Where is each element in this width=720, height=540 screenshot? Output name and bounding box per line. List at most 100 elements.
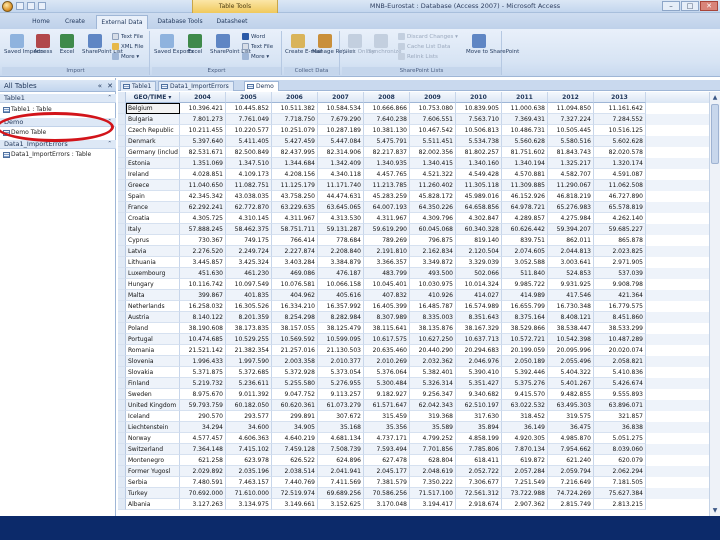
population-cell[interactable]: 2.191.810 bbox=[364, 246, 410, 257]
country-cell[interactable]: France bbox=[126, 202, 180, 213]
population-cell[interactable]: 819.140 bbox=[456, 235, 502, 246]
population-cell[interactable]: 319.575 bbox=[548, 411, 594, 422]
record-selector[interactable] bbox=[118, 136, 126, 147]
population-cell[interactable]: 2.074.605 bbox=[502, 246, 548, 257]
population-cell[interactable]: 10.511.382 bbox=[272, 103, 318, 114]
population-cell[interactable]: 2.038.514 bbox=[272, 466, 318, 477]
population-cell[interactable]: 7.364.148 bbox=[180, 444, 226, 455]
population-cell[interactable]: 5.534.738 bbox=[456, 136, 502, 147]
population-cell[interactable]: 2.045.177 bbox=[364, 466, 410, 477]
population-cell[interactable]: 9.482.855 bbox=[548, 389, 594, 400]
population-cell[interactable]: 511.840 bbox=[502, 268, 548, 279]
collapse-pane-icon[interactable]: ✕ bbox=[107, 80, 113, 92]
population-cell[interactable]: 65.578.819 bbox=[594, 202, 646, 213]
population-cell[interactable]: 4.521.322 bbox=[410, 169, 456, 180]
population-cell[interactable]: 321.857 bbox=[594, 411, 646, 422]
population-cell[interactable]: 10.599.095 bbox=[318, 334, 364, 345]
saved-exports-button[interactable]: Saved Exports bbox=[154, 34, 194, 55]
country-cell[interactable]: Germany (includ bbox=[126, 147, 180, 158]
population-cell[interactable]: 11.094.850 bbox=[548, 103, 594, 114]
population-cell[interactable]: 57.888.245 bbox=[180, 224, 226, 235]
population-cell[interactable]: 11.213.785 bbox=[364, 180, 410, 191]
population-cell[interactable]: 8.451.860 bbox=[594, 312, 646, 323]
population-cell[interactable]: 59.619.290 bbox=[364, 224, 410, 235]
population-cell[interactable]: 7.327.224 bbox=[548, 114, 594, 125]
population-cell[interactable]: 10.542.398 bbox=[548, 334, 594, 345]
population-cell[interactable]: 5.390.410 bbox=[456, 367, 502, 378]
population-cell[interactable]: 62.292.241 bbox=[180, 202, 226, 213]
cache-list-data-button[interactable]: Cache List Data bbox=[398, 43, 450, 52]
record-selector[interactable] bbox=[118, 433, 126, 444]
population-cell[interactable]: 778.684 bbox=[318, 235, 364, 246]
population-cell[interactable]: 7.870.134 bbox=[502, 444, 548, 455]
column-header[interactable]: 2013 bbox=[594, 92, 646, 103]
population-cell[interactable]: 10.486.731 bbox=[502, 125, 548, 136]
population-cell[interactable]: 8.201.359 bbox=[226, 312, 272, 323]
population-cell[interactable]: 2.010.377 bbox=[318, 356, 364, 367]
population-cell[interactable]: 82.437.995 bbox=[272, 147, 318, 158]
sort-dropdown-icon[interactable]: ▾ bbox=[168, 94, 171, 101]
import-more-button[interactable]: More ▾ bbox=[112, 53, 139, 62]
population-cell[interactable]: 20.020.074 bbox=[594, 345, 646, 356]
population-cell[interactable]: 5.511.451 bbox=[410, 136, 456, 147]
population-cell[interactable]: 82.531.671 bbox=[180, 147, 226, 158]
population-cell[interactable]: 16.655.799 bbox=[502, 301, 548, 312]
record-selector[interactable] bbox=[118, 345, 126, 356]
column-header[interactable]: 2008 bbox=[364, 92, 410, 103]
save-icon[interactable] bbox=[16, 2, 24, 10]
population-cell[interactable]: 38.115.641 bbox=[364, 323, 410, 334]
population-cell[interactable]: 502.066 bbox=[456, 268, 502, 279]
country-cell[interactable]: Denmark bbox=[126, 136, 180, 147]
population-cell[interactable]: 36.149 bbox=[502, 422, 548, 433]
manage-replies-button[interactable]: Manage Replies bbox=[312, 34, 355, 55]
population-cell[interactable]: 20.440.290 bbox=[410, 345, 456, 356]
population-cell[interactable]: 9.931.925 bbox=[548, 279, 594, 290]
record-selector[interactable] bbox=[118, 323, 126, 334]
country-cell[interactable]: Lithuania bbox=[126, 257, 180, 268]
country-cell[interactable]: Austria bbox=[126, 312, 180, 323]
population-cell[interactable]: 10.584.534 bbox=[318, 103, 364, 114]
population-cell[interactable]: 81.802.257 bbox=[456, 147, 502, 158]
population-cell[interactable]: 2.057.284 bbox=[502, 466, 548, 477]
population-cell[interactable]: 10.505.445 bbox=[548, 125, 594, 136]
population-cell[interactable]: 3.134.975 bbox=[226, 499, 272, 510]
population-cell[interactable]: 2.003.358 bbox=[272, 356, 318, 367]
population-cell[interactable]: 64.350.226 bbox=[410, 202, 456, 213]
population-cell[interactable]: 16.305.526 bbox=[226, 301, 272, 312]
population-cell[interactable]: 2.120.504 bbox=[456, 246, 502, 257]
column-header[interactable]: 2007 bbox=[318, 92, 364, 103]
population-cell[interactable]: 10.627.250 bbox=[410, 334, 456, 345]
country-cell[interactable]: Turkey bbox=[126, 488, 180, 499]
population-cell[interactable]: 469.086 bbox=[272, 268, 318, 279]
country-cell[interactable]: Belgium bbox=[126, 103, 180, 114]
population-cell[interactable]: 5.376.064 bbox=[364, 367, 410, 378]
population-cell[interactable]: 621.258 bbox=[180, 455, 226, 466]
population-cell[interactable]: 62.510.197 bbox=[456, 400, 502, 411]
vertical-scrollbar[interactable]: ▲ ▼ bbox=[709, 92, 720, 516]
population-cell[interactable]: 4.591.087 bbox=[594, 169, 646, 180]
country-cell[interactable]: Latvia bbox=[126, 246, 180, 257]
navigation-pane-header[interactable]: All Tables « ✕ bbox=[0, 80, 116, 92]
population-cell[interactable]: 421.364 bbox=[594, 290, 646, 301]
population-cell[interactable]: 5.373.054 bbox=[318, 367, 364, 378]
population-cell[interactable]: 8.375.164 bbox=[502, 312, 548, 323]
population-cell[interactable]: 7.801.273 bbox=[180, 114, 226, 125]
population-cell[interactable]: 2.249.724 bbox=[226, 246, 272, 257]
population-cell[interactable]: 8.975.670 bbox=[180, 389, 226, 400]
population-cell[interactable]: 11.171.740 bbox=[318, 180, 364, 191]
population-cell[interactable]: 3.329.039 bbox=[456, 257, 502, 268]
population-cell[interactable]: 34.905 bbox=[272, 422, 318, 433]
export-sharepoint-button[interactable]: SharePoint List bbox=[210, 34, 251, 55]
saved-imports-button[interactable]: Saved Imports bbox=[4, 34, 44, 55]
population-cell[interactable]: 5.326.314 bbox=[410, 378, 456, 389]
population-cell[interactable]: 10.287.189 bbox=[318, 125, 364, 136]
record-selector[interactable] bbox=[118, 466, 126, 477]
population-cell[interactable]: 10.666.866 bbox=[364, 103, 410, 114]
population-cell[interactable]: 7.459.128 bbox=[272, 444, 318, 455]
population-cell[interactable]: 10.396.421 bbox=[180, 103, 226, 114]
population-cell[interactable]: 5.351.427 bbox=[456, 378, 502, 389]
import-access-button[interactable]: Access bbox=[30, 34, 56, 55]
record-selector[interactable] bbox=[118, 356, 126, 367]
record-selector[interactable] bbox=[118, 378, 126, 389]
scroll-up-icon[interactable]: ▲ bbox=[711, 93, 719, 102]
